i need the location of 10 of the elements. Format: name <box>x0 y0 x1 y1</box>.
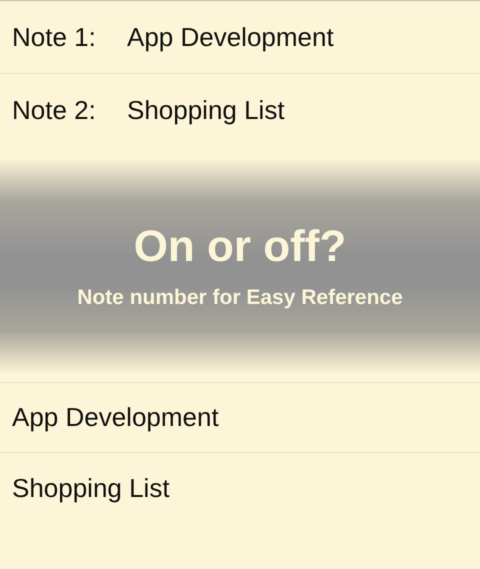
note-title: App Development <box>127 21 334 54</box>
note-number: Note 1: <box>12 21 97 54</box>
note-row[interactable]: Note 2: Shopping List <box>0 74 480 146</box>
banner-title: On or off? <box>134 224 346 268</box>
note-title: Shopping List <box>127 94 285 126</box>
note-title[interactable]: Shopping List <box>0 453 480 523</box>
banner-subtitle: Note number for Easy Reference <box>77 286 403 308</box>
note-title[interactable]: App Development <box>0 383 480 453</box>
note-number: Note 2: <box>12 94 97 126</box>
note-row[interactable]: Note 1: App Development <box>0 2 480 74</box>
